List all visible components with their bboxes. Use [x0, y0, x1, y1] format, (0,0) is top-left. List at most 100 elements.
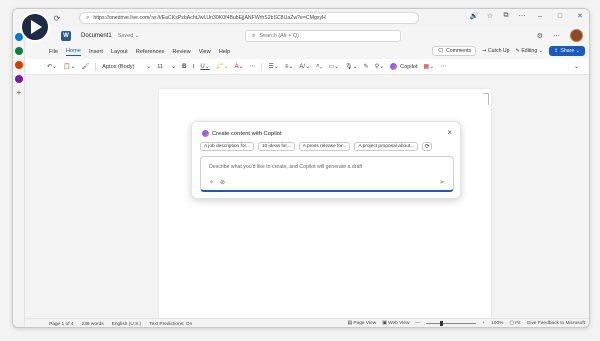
sidebar-app-icon[interactable]: [15, 47, 23, 55]
suggestion-chip[interactable]: A job description for...: [200, 142, 254, 151]
dictate-icon[interactable]: 🎙⌄: [345, 63, 358, 70]
table-icon[interactable]: ▦⌄: [424, 63, 435, 70]
search-placeholder: Search (Alt + Q): [259, 33, 299, 39]
share-button[interactable]: ⇪ Share ⌄: [549, 46, 585, 56]
tab-view[interactable]: View: [199, 49, 211, 55]
more-icon[interactable]: ⋯: [517, 12, 527, 20]
suggestion-chip[interactable]: A project proposal about...: [354, 142, 419, 151]
zoom-slider[interactable]: [426, 321, 477, 326]
play-icon: [31, 20, 42, 34]
font-size-select[interactable]: 11: [157, 64, 163, 70]
page-view-button[interactable]: ▤ Page View: [347, 321, 376, 326]
font-color-icon[interactable]: A⌄: [234, 63, 243, 70]
favorite-star-icon[interactable]: ☆: [485, 12, 495, 20]
zoom-in-icon[interactable]: +: [482, 321, 485, 326]
comment-icon: 🗨: [437, 48, 445, 54]
close-window-icon[interactable]: ✕: [573, 12, 587, 20]
align-icon[interactable]: ≡⌄: [285, 63, 294, 70]
fit-label: Fit: [515, 321, 521, 326]
close-icon[interactable]: ×: [447, 128, 452, 137]
add-icon[interactable]: +: [15, 89, 23, 97]
undo-icon[interactable]: ↶⌄: [47, 63, 57, 70]
dialog-title: Create content with Copilot: [212, 130, 282, 137]
more-options-icon[interactable]: ⋯: [553, 32, 560, 40]
minimize-icon[interactable]: –: [533, 13, 547, 20]
find-icon[interactable]: ⌕⌄: [316, 63, 322, 70]
bullets-icon[interactable]: ☰⌄: [268, 63, 278, 70]
suggestion-chip[interactable]: 10 ideas for...: [257, 142, 295, 151]
attach-icon[interactable]: ⊘: [220, 179, 225, 186]
underline-icon[interactable]: U⌄: [200, 63, 209, 70]
more-formatting-icon[interactable]: ⋯: [249, 63, 255, 70]
tab-insert[interactable]: Insert: [89, 49, 103, 55]
web-view-button[interactable]: ▣ Web View: [382, 321, 409, 326]
bold-icon[interactable]: B: [182, 64, 186, 70]
maximize-icon[interactable]: □: [553, 13, 567, 20]
italic-icon[interactable]: I: [192, 64, 194, 70]
divider: [95, 62, 97, 71]
document-name[interactable]: Document1: [81, 33, 112, 39]
title-actions: ⚙ ⋯: [537, 29, 583, 42]
search-icon: ⌕: [86, 14, 90, 21]
avatar[interactable]: [570, 29, 583, 42]
copilot-button[interactable]: Copilot: [390, 63, 418, 70]
format-painter-icon[interactable]: 🖌: [82, 63, 90, 70]
highlight-icon[interactable]: 🖍⌄: [216, 63, 229, 70]
copilot-prompt-input[interactable]: Describe what you'd like to create, and …: [200, 156, 454, 192]
play-button[interactable]: [20, 12, 50, 42]
browser-window: ← → ⟳ ⌕ https://onedrive.live.com/:w:/t/…: [12, 8, 590, 328]
screen-background: ← → ⟳ ⌕ https://onedrive.live.com/:w:/t/…: [0, 0, 600, 341]
sidebar-app-icon[interactable]: [15, 61, 23, 69]
paste-icon[interactable]: 📋⌄: [63, 63, 76, 70]
editor-icon[interactable]: ✎: [364, 63, 369, 70]
catch-up-button[interactable]: ⇝ Catch Up: [482, 48, 509, 54]
word-count[interactable]: 238 words: [82, 322, 104, 327]
collections-icon[interactable]: ⧉: [501, 12, 511, 20]
search-icon: ⌕: [252, 32, 256, 39]
language-status[interactable]: English (U.S.): [112, 322, 142, 327]
zoom-out-icon[interactable]: —: [416, 321, 421, 326]
sidebar-app-icon[interactable]: [15, 75, 23, 83]
text-predictions-status[interactable]: Text Predictions: On: [149, 322, 192, 327]
search-input[interactable]: ⌕ Search (Alt + Q): [245, 30, 401, 42]
zoom-thumb[interactable]: [440, 321, 444, 326]
tab-layout[interactable]: Layout: [111, 49, 128, 55]
edge-sidebar: +: [13, 27, 25, 327]
font-family-select[interactable]: Aptos (Body): [102, 64, 142, 70]
address-bar[interactable]: ⌕ https://onedrive.live.com/:w:/t/EaCKsP…: [79, 12, 419, 24]
page-corner-marker: [483, 93, 489, 105]
refresh-suggestions-icon[interactable]: ⟳: [422, 142, 433, 151]
editing-mode-button[interactable]: ✎ Editing ⌄: [516, 48, 543, 54]
word-logo[interactable]: W: [61, 31, 71, 41]
styles-icon[interactable]: A/⌄: [299, 63, 310, 70]
settings-gear-icon[interactable]: ⚙: [537, 32, 543, 40]
comments-button[interactable]: 🗨 Comments: [432, 46, 477, 56]
tab-help[interactable]: Help: [219, 49, 231, 55]
send-icon[interactable]: ➢: [439, 178, 445, 186]
page-count[interactable]: Page 1 of 4: [49, 322, 74, 327]
read-aloud-icon[interactable]: 🔊: [469, 12, 479, 20]
tab-file[interactable]: File: [49, 49, 58, 55]
font-family-chevron-icon[interactable]: ⌄: [146, 63, 151, 70]
ribbon-collapse-icon[interactable]: ⌄: [574, 63, 579, 70]
more-ribbon-icon[interactable]: ⋯: [440, 63, 446, 70]
fit-button[interactable]: ▢ Fit: [509, 321, 520, 326]
web-view-label: Web View: [388, 321, 410, 326]
prompt-placeholder: Describe what you'd like to create, and …: [209, 164, 363, 170]
suggestion-chip[interactable]: A press release for...: [298, 142, 351, 151]
save-status[interactable]: Saved ⌄: [118, 33, 140, 39]
designer-icon[interactable]: ⚲⌄: [375, 63, 384, 70]
tab-references[interactable]: References: [136, 49, 165, 55]
refresh-icon[interactable]: ⟳: [51, 14, 63, 23]
url-text: https://onedrive.live.com/:w:/t/EaCKsPsb…: [93, 15, 326, 21]
tab-home[interactable]: Home: [66, 48, 81, 56]
editing-label: Editing ⌄: [521, 48, 543, 54]
copilot-label: Copilot: [400, 63, 418, 70]
sparkle-prompt-icon[interactable]: ✧: [209, 179, 214, 186]
zoom-level[interactable]: 100%: [491, 321, 503, 326]
feedback-link[interactable]: Give Feedback to Microsoft: [527, 321, 585, 326]
tab-review[interactable]: Review: [172, 49, 190, 55]
layout-icon[interactable]: ▭⌄: [328, 63, 339, 70]
word-title-bar: W Document1 Saved ⌄ ⌕ Search (Alt + Q) ⚙…: [25, 27, 589, 45]
font-size-chevron-icon[interactable]: ⌄: [171, 63, 176, 70]
